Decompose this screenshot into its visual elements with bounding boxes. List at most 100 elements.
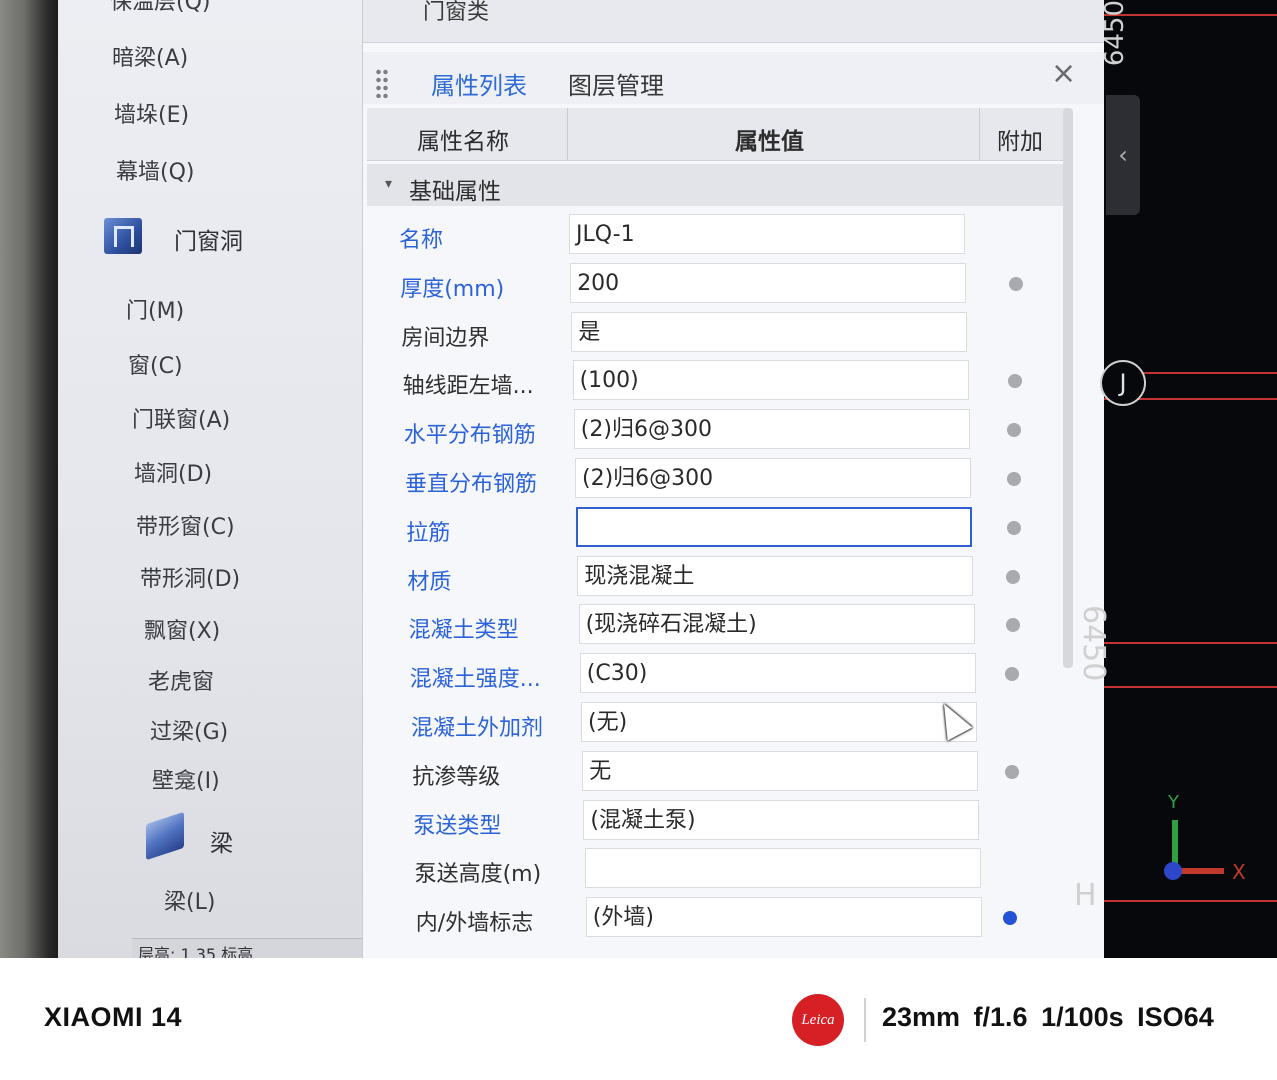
screen-photo: 保温层(Q) 暗梁(A) 墙垛(E) 幕墙(Q) 门窗洞 门(M) 窗(C) 门… <box>0 0 1277 958</box>
extra-attribute-toggle[interactable] <box>1007 472 1021 486</box>
upper-panel-label: 门窗类 <box>423 0 490 25</box>
ucs-x-axis-icon <box>1176 868 1224 874</box>
extra-attribute-toggle[interactable] <box>1005 667 1020 682</box>
status-bar: 层高: 1.35 标高 <box>132 938 392 958</box>
property-value-field[interactable]: 200 <box>570 262 967 303</box>
camera-specs: 23mm f/1.6 1/100s ISO64 <box>882 1002 1214 1032</box>
panel-collapse-button[interactable]: ‹ <box>1106 95 1140 215</box>
column-header-name[interactable]: 属性名称 <box>417 122 509 156</box>
extra-attribute-toggle[interactable] <box>1003 911 1018 926</box>
property-value-field[interactable]: 是 <box>571 311 968 352</box>
property-row[interactable]: 垂直分布钢筋 (2)归6@300 <box>405 458 1059 508</box>
property-value-field[interactable] <box>576 506 973 547</box>
tab-property-list[interactable]: 属性列表 <box>431 66 527 101</box>
tree-item-hidden-beam[interactable]: 暗梁(A) <box>112 40 188 72</box>
component-tree: 保温层(Q) 暗梁(A) 墙垛(E) 幕墙(Q) 门窗洞 门(M) 窗(C) 门… <box>58 0 363 958</box>
beam-category-icon <box>146 811 184 861</box>
property-row[interactable]: 拉筋 <box>406 506 1059 557</box>
property-row[interactable]: 内/外墙标志 (外墙) <box>416 897 1059 947</box>
property-grid-header: 属性名称 属性值 附加 <box>367 108 1067 161</box>
property-row[interactable]: 混凝土类型 (现浇碎石混凝土) <box>409 604 1059 654</box>
property-value-field[interactable]: (C30) <box>579 653 976 694</box>
column-divider[interactable] <box>979 108 980 160</box>
property-value-field[interactable]: (现浇碎石混凝土) <box>578 604 975 645</box>
property-row[interactable]: 厚度(mm) 200 <box>400 262 1059 313</box>
tree-item-beam[interactable]: 梁(L) <box>164 884 215 916</box>
column-header-extra[interactable]: 附加 <box>997 122 1043 156</box>
property-value-field[interactable]: (混凝土泵) <box>583 799 980 840</box>
property-name: 抗渗等级 <box>412 764 501 790</box>
property-row[interactable]: 轴线距左墙... (100) <box>403 360 1059 410</box>
property-value-field[interactable]: (无) <box>581 702 977 742</box>
tree-item-strip-window[interactable]: 带形窗(C) <box>136 509 235 541</box>
tree-item-lintel[interactable]: 过梁(G) <box>150 714 228 746</box>
column-header-value[interactable]: 属性值 <box>735 122 804 156</box>
property-name: 厚度(mm) <box>400 276 505 302</box>
drag-grip-icon[interactable] <box>375 68 389 98</box>
tree-category-openings[interactable]: 门窗洞 <box>174 222 243 256</box>
tree-item-bay-window[interactable]: 飘窗(X) <box>144 613 220 645</box>
group-row-basic[interactable]: ▾ 基础属性 <box>367 164 1063 206</box>
property-row[interactable]: 名称 JLQ-1 <box>399 214 1059 264</box>
camera-brand: XIAOMI 14 <box>44 1002 183 1032</box>
monitor-bezel <box>0 0 60 958</box>
collapse-arrow-icon[interactable]: ▾ <box>385 176 392 192</box>
extra-attribute-toggle[interactable] <box>1006 569 1021 584</box>
property-name: 内/外墙标志 <box>415 911 534 937</box>
property-value-field[interactable]: (100) <box>572 360 969 401</box>
property-row[interactable]: 房间边界 是 <box>401 311 1059 362</box>
property-value-field[interactable]: 无 <box>582 750 979 791</box>
extra-attribute-toggle[interactable] <box>1007 374 1022 389</box>
property-value-field[interactable]: (外墙) <box>585 897 982 938</box>
vertical-scrollbar[interactable] <box>1063 108 1073 668</box>
tree-item-door[interactable]: 门(M) <box>126 293 184 325</box>
status-text: 层高: 1.35 标高 <box>138 945 254 958</box>
tree-item-insulation[interactable]: 保温层(Q) <box>110 0 210 16</box>
close-icon[interactable]: × <box>1051 56 1076 91</box>
property-row[interactable]: 泵送类型 (混凝土泵) <box>413 799 1059 850</box>
ucs-x-label: X <box>1232 860 1246 884</box>
property-row[interactable]: 泵送高度(m) <box>415 848 1059 898</box>
property-name: 泵送类型 <box>413 813 502 839</box>
tree-item-niche[interactable]: 壁龛(I) <box>152 763 220 795</box>
property-value-field[interactable]: (2)归6@300 <box>573 409 970 450</box>
extra-attribute-toggle[interactable] <box>1007 423 1022 438</box>
property-value-field[interactable] <box>584 848 981 889</box>
tree-item-wall-pier[interactable]: 墙垛(E) <box>114 97 189 129</box>
dimension-label-top: 6450 <box>1100 0 1130 67</box>
ucs-origin-icon <box>1164 862 1182 880</box>
upper-panel-strip: 门窗类 <box>363 0 1105 43</box>
tree-item-window[interactable]: 窗(C) <box>128 348 183 380</box>
openings-category-icon <box>104 218 142 254</box>
extra-attribute-toggle[interactable] <box>1005 618 1020 633</box>
axis-marker-h: H <box>1074 878 1097 913</box>
tab-layer-management[interactable]: 图层管理 <box>568 66 664 101</box>
tree-item-wall-hole[interactable]: 墙洞(D) <box>134 456 212 488</box>
property-name: 轴线距左墙... <box>402 374 534 400</box>
ucs-y-label: Y <box>1168 792 1179 813</box>
extra-attribute-toggle[interactable] <box>1006 520 1021 535</box>
tree-item-door-window[interactable]: 门联窗(A) <box>132 402 230 434</box>
tree-item-curtain-wall[interactable]: 幕墙(Q) <box>116 154 194 186</box>
column-divider[interactable] <box>567 108 568 160</box>
extra-attribute-toggle[interactable] <box>1004 764 1019 779</box>
property-name: 混凝土强度... <box>409 667 541 693</box>
property-value-field[interactable]: (2)归6@300 <box>575 458 971 498</box>
tree-item-strip-hole[interactable]: 带形洞(D) <box>140 561 240 593</box>
grid-line <box>1104 900 1277 902</box>
property-value-field[interactable]: JLQ-1 <box>569 214 965 254</box>
property-name: 垂直分布钢筋 <box>405 472 538 497</box>
tree-item-dormer[interactable]: 老虎窗 <box>148 664 214 696</box>
property-row[interactable]: 混凝土强度... (C30) <box>410 653 1059 703</box>
property-row[interactable]: 水平分布钢筋 (2)归6@300 <box>404 409 1059 459</box>
extra-attribute-toggle[interactable] <box>1008 276 1023 291</box>
property-value-field[interactable]: 现浇混凝土 <box>577 555 974 596</box>
property-name: 材质 <box>407 569 452 595</box>
property-name: 水平分布钢筋 <box>403 423 536 449</box>
grid-line <box>1104 642 1277 644</box>
tree-category-beam[interactable]: 梁 <box>210 824 233 858</box>
property-name: 房间边界 <box>401 325 490 351</box>
property-row[interactable]: 材质 现浇混凝土 <box>407 555 1059 606</box>
dimension-label-middle: 6450 <box>1076 605 1111 682</box>
property-row[interactable]: 抗渗等级 无 <box>412 750 1059 801</box>
